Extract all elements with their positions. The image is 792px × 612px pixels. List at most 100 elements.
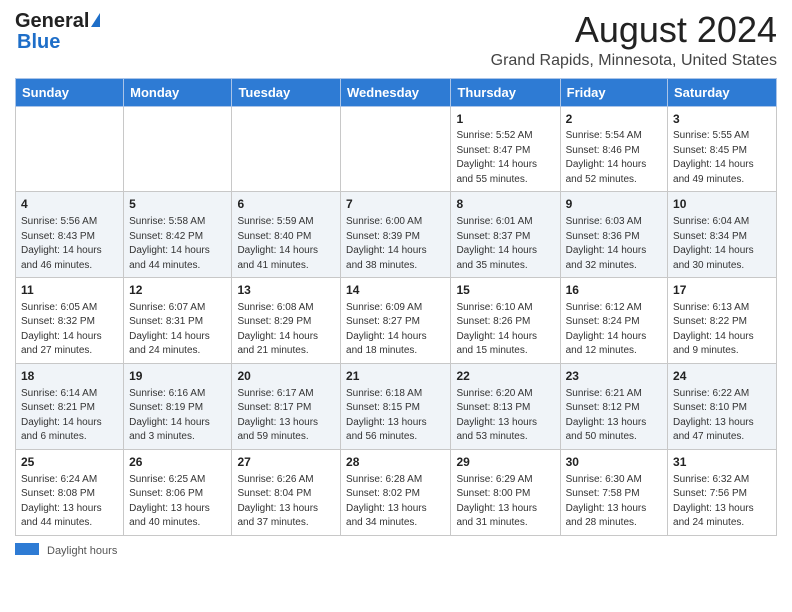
main-title: August 2024	[491, 10, 777, 50]
day-number: 23	[566, 368, 662, 385]
calendar-cell: 21 Sunrise: 6:18 AM Sunset: 8:15 PM Dayli…	[341, 363, 451, 449]
day-number: 21	[346, 368, 445, 385]
day-number: 13	[237, 282, 335, 299]
day-number: 26	[129, 454, 226, 471]
day-number: 2	[566, 111, 662, 128]
calendar-cell: 24 Sunrise: 6:22 AM Sunset: 8:10 PM Dayli…	[668, 363, 777, 449]
calendar-cell: 12 Sunrise: 6:07 AM Sunset: 8:31 PM Dayli…	[124, 278, 232, 364]
day-number: 5	[129, 196, 226, 213]
day-info: Sunrise: 6:28 AM Sunset: 8:02 PM Dayligh…	[346, 473, 445, 531]
calendar-week-row: 11Sunrise: 6:05 AM Sunset: 8:32 PM Dayli…	[16, 278, 777, 364]
calendar-cell: 14 Sunrise: 6:09 AM Sunset: 8:27 PM Dayli…	[341, 278, 451, 364]
calendar-cell	[341, 106, 451, 192]
day-info: Sunrise: 5:54 AM Sunset: 8:46 PM Dayligh…	[566, 129, 662, 187]
day-number: 20	[237, 368, 335, 385]
day-number: 14	[346, 282, 445, 299]
day-info: Sunrise: 5:52 AM Sunset: 8:47 PM Dayligh…	[456, 129, 554, 187]
day-info: Sunrise: 5:58 AM Sunset: 8:42 PM Dayligh…	[129, 215, 226, 273]
day-number: 17	[673, 282, 771, 299]
day-number: 12	[129, 282, 226, 299]
calendar-cell: 26Sunrise: 6:25 AM Sunset: 8:06 PM Dayli…	[124, 449, 232, 535]
day-info: Sunrise: 6:20 AM Sunset: 8:13 PM Dayligh…	[456, 387, 554, 445]
day-info: Sunrise: 6:10 AM Sunset: 8:26 PM Dayligh…	[456, 301, 554, 359]
calendar-cell: 4 Sunrise: 5:56 AM Sunset: 8:43 PM Daylig…	[16, 192, 124, 278]
col-header-monday: Monday	[124, 78, 232, 106]
day-number: 7	[346, 196, 445, 213]
calendar-week-row: 18 Sunrise: 6:14 AM Sunset: 8:21 PM Dayli…	[16, 363, 777, 449]
day-info: Sunrise: 6:09 AM Sunset: 8:27 PM Dayligh…	[346, 301, 445, 359]
calendar-cell: 23 Sunrise: 6:21 AM Sunset: 8:12 PM Dayli…	[560, 363, 667, 449]
day-number: 4	[21, 196, 118, 213]
calendar-cell: 11Sunrise: 6:05 AM Sunset: 8:32 PM Dayli…	[16, 278, 124, 364]
calendar-cell: 13 Sunrise: 6:08 AM Sunset: 8:29 PM Dayli…	[232, 278, 341, 364]
day-number: 8	[456, 196, 554, 213]
day-number: 19	[129, 368, 226, 385]
calendar-cell: 18 Sunrise: 6:14 AM Sunset: 8:21 PM Dayli…	[16, 363, 124, 449]
day-info: Sunrise: 6:04 AM Sunset: 8:34 PM Dayligh…	[673, 215, 771, 273]
calendar-cell: 30Sunrise: 6:30 AM Sunset: 7:58 PM Dayli…	[560, 449, 667, 535]
calendar-cell	[232, 106, 341, 192]
calendar-cell: 9Sunrise: 6:03 AM Sunset: 8:36 PM Daylig…	[560, 192, 667, 278]
calendar-cell: 16Sunrise: 6:12 AM Sunset: 8:24 PM Dayli…	[560, 278, 667, 364]
calendar-cell: 25 Sunrise: 6:24 AM Sunset: 8:08 PM Dayli…	[16, 449, 124, 535]
day-number: 27	[237, 454, 335, 471]
calendar-cell: 20 Sunrise: 6:17 AM Sunset: 8:17 PM Dayli…	[232, 363, 341, 449]
day-number: 16	[566, 282, 662, 299]
col-header-friday: Friday	[560, 78, 667, 106]
calendar-week-row: 1Sunrise: 5:52 AM Sunset: 8:47 PM Daylig…	[16, 106, 777, 192]
calendar-week-row: 25 Sunrise: 6:24 AM Sunset: 8:08 PM Dayli…	[16, 449, 777, 535]
col-header-tuesday: Tuesday	[232, 78, 341, 106]
subtitle: Grand Rapids, Minnesota, United States	[491, 52, 777, 70]
calendar-cell: 19 Sunrise: 6:16 AM Sunset: 8:19 PM Dayli…	[124, 363, 232, 449]
calendar-cell: 5 Sunrise: 5:58 AM Sunset: 8:42 PM Daylig…	[124, 192, 232, 278]
day-info: Sunrise: 6:24 AM Sunset: 8:08 PM Dayligh…	[21, 473, 118, 531]
day-number: 1	[456, 111, 554, 128]
logo-general-text: General	[15, 10, 89, 33]
calendar-cell: 17 Sunrise: 6:13 AM Sunset: 8:22 PM Dayli…	[668, 278, 777, 364]
calendar-cell: 22 Sunrise: 6:20 AM Sunset: 8:13 PM Dayli…	[451, 363, 560, 449]
day-number: 28	[346, 454, 445, 471]
calendar-cell: 6Sunrise: 5:59 AM Sunset: 8:40 PM Daylig…	[232, 192, 341, 278]
calendar-cell	[124, 106, 232, 192]
calendar-week-row: 4 Sunrise: 5:56 AM Sunset: 8:43 PM Daylig…	[16, 192, 777, 278]
day-info: Sunrise: 6:17 AM Sunset: 8:17 PM Dayligh…	[237, 387, 335, 445]
calendar-cell: 15Sunrise: 6:10 AM Sunset: 8:26 PM Dayli…	[451, 278, 560, 364]
day-number: 24	[673, 368, 771, 385]
calendar-cell: 10Sunrise: 6:04 AM Sunset: 8:34 PM Dayli…	[668, 192, 777, 278]
header-row: SundayMondayTuesdayWednesdayThursdayFrid…	[16, 78, 777, 106]
day-number: 11	[21, 282, 118, 299]
logo: General Blue	[15, 10, 100, 54]
col-header-wednesday: Wednesday	[341, 78, 451, 106]
day-info: Sunrise: 6:13 AM Sunset: 8:22 PM Dayligh…	[673, 301, 771, 359]
calendar-cell	[16, 106, 124, 192]
day-info: Sunrise: 6:14 AM Sunset: 8:21 PM Dayligh…	[21, 387, 118, 445]
calendar-cell: 2Sunrise: 5:54 AM Sunset: 8:46 PM Daylig…	[560, 106, 667, 192]
day-number: 22	[456, 368, 554, 385]
day-number: 29	[456, 454, 554, 471]
calendar-cell: 3Sunrise: 5:55 AM Sunset: 8:45 PM Daylig…	[668, 106, 777, 192]
day-info: Sunrise: 6:30 AM Sunset: 7:58 PM Dayligh…	[566, 473, 662, 531]
footer-area: Daylight hours	[15, 541, 777, 557]
title-area: August 2024 Grand Rapids, Minnesota, Uni…	[491, 10, 777, 70]
day-info: Sunrise: 6:18 AM Sunset: 8:15 PM Dayligh…	[346, 387, 445, 445]
day-info: Sunrise: 6:16 AM Sunset: 8:19 PM Dayligh…	[129, 387, 226, 445]
day-info: Sunrise: 6:01 AM Sunset: 8:37 PM Dayligh…	[456, 215, 554, 273]
page-header: General Blue August 2024 Grand Rapids, M…	[15, 10, 777, 70]
day-number: 3	[673, 111, 771, 128]
day-info: Sunrise: 6:29 AM Sunset: 8:00 PM Dayligh…	[456, 473, 554, 531]
logo-triangle-icon	[91, 13, 100, 27]
day-info: Sunrise: 6:08 AM Sunset: 8:29 PM Dayligh…	[237, 301, 335, 359]
day-number: 6	[237, 196, 335, 213]
calendar-cell: 8 Sunrise: 6:01 AM Sunset: 8:37 PM Daylig…	[451, 192, 560, 278]
day-info: Sunrise: 6:32 AM Sunset: 7:56 PM Dayligh…	[673, 473, 771, 531]
day-info: Sunrise: 6:21 AM Sunset: 8:12 PM Dayligh…	[566, 387, 662, 445]
day-info: Sunrise: 6:22 AM Sunset: 8:10 PM Dayligh…	[673, 387, 771, 445]
day-info: Sunrise: 5:56 AM Sunset: 8:43 PM Dayligh…	[21, 215, 118, 273]
calendar-table: SundayMondayTuesdayWednesdayThursdayFrid…	[15, 78, 777, 536]
calendar-cell: 1Sunrise: 5:52 AM Sunset: 8:47 PM Daylig…	[451, 106, 560, 192]
day-number: 18	[21, 368, 118, 385]
day-number: 25	[21, 454, 118, 471]
day-info: Sunrise: 6:00 AM Sunset: 8:39 PM Dayligh…	[346, 215, 445, 273]
daylight-color-indicator	[15, 543, 39, 555]
day-info: Sunrise: 6:07 AM Sunset: 8:31 PM Dayligh…	[129, 301, 226, 359]
